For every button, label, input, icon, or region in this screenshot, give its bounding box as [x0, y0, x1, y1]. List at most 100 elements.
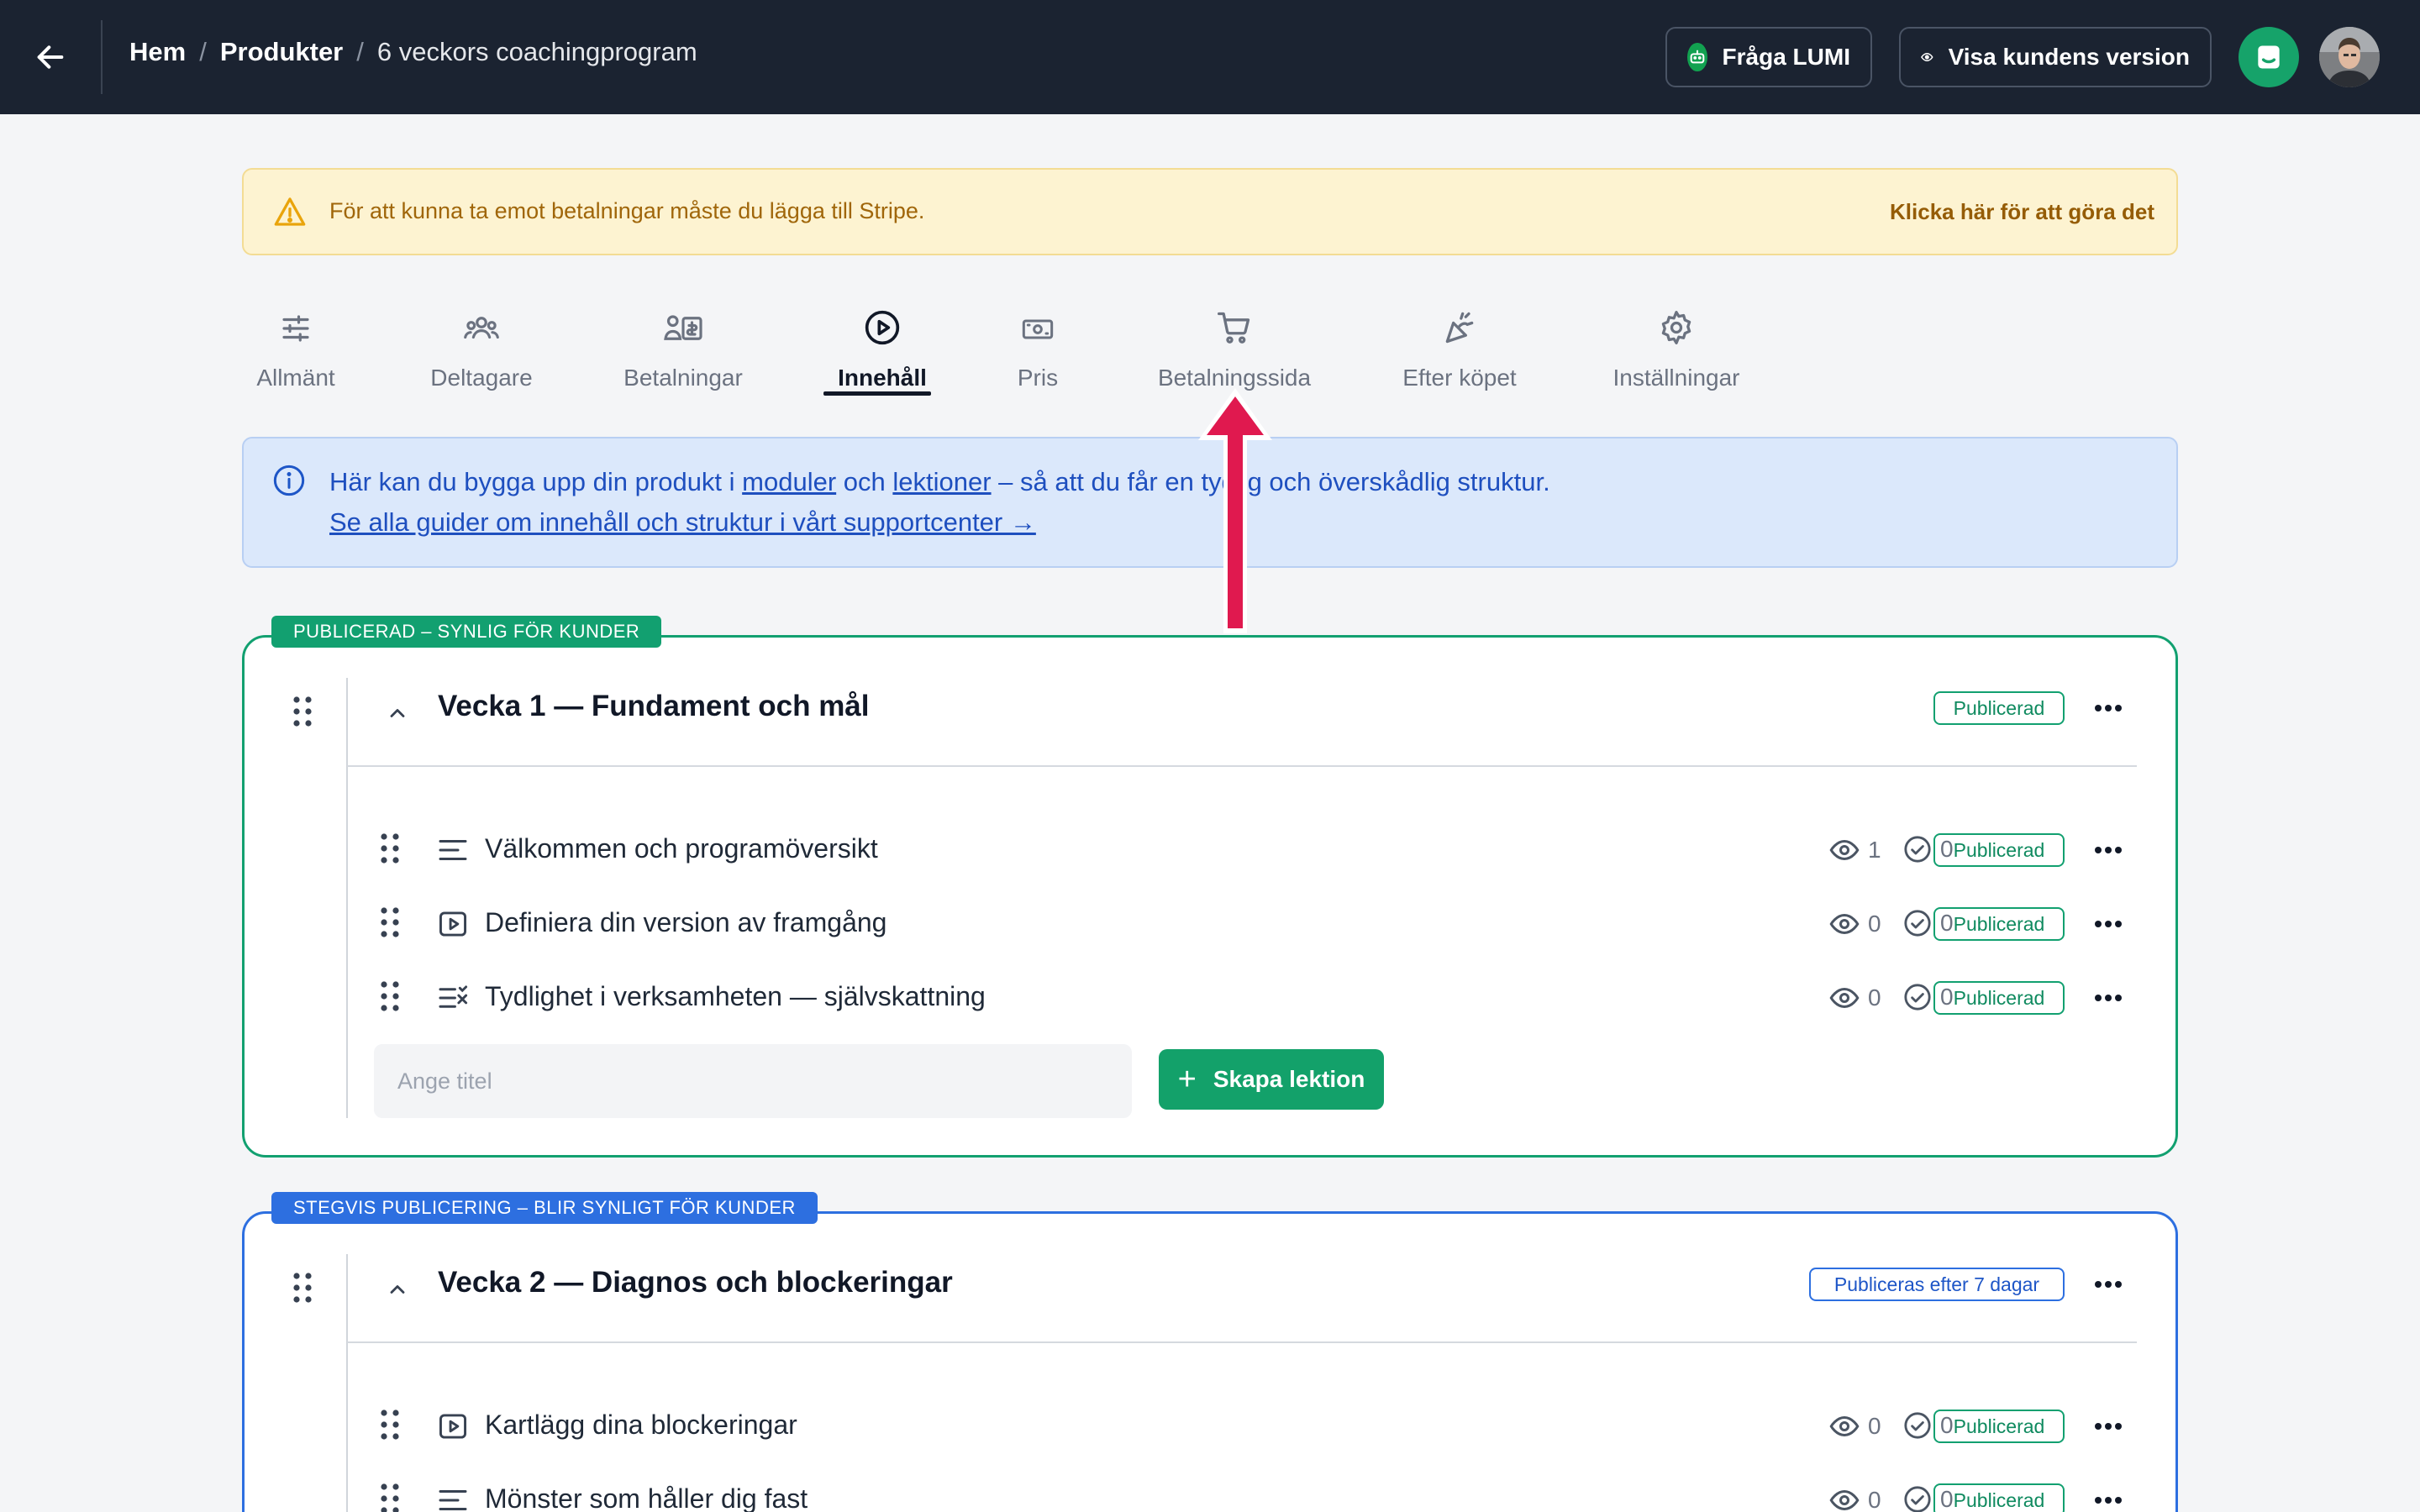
cart-icon [1218, 312, 1250, 344]
chat-button[interactable] [2238, 27, 2299, 87]
lesson-views: 0 [1829, 1485, 1881, 1512]
content-info-banner: Här kan du bygga upp din produkt i modul… [242, 437, 2178, 568]
lesson-more-button[interactable] [2088, 907, 2128, 941]
module-card: PUBLICERAD – SYNLIG FÖR KUNDER Vecka 1 —… [242, 616, 2178, 1158]
more-horizontal-icon [2095, 1423, 2122, 1430]
back-button[interactable] [30, 37, 71, 77]
more-horizontal-icon [2095, 921, 2122, 927]
tab-label: Deltagare [430, 365, 533, 391]
ask-lumi-label: Fråga LUMI [1722, 44, 1850, 70]
robot-icon [1687, 43, 1707, 71]
module-status-badge: Publicerad [1933, 691, 2065, 725]
info-icon [273, 465, 305, 496]
lesson-status-badge: Publicerad [1933, 833, 2065, 867]
check-circle-icon [1904, 984, 1931, 1011]
quiz-lesson-icon [439, 985, 468, 1008]
module-title[interactable]: Vecka 2 — Diagnos och blockeringar [438, 1266, 953, 1299]
info-text: Här kan du bygga upp din produkt i modul… [329, 467, 1550, 497]
views-count: 0 [1868, 1487, 1881, 1512]
lesson-more-button[interactable] [2088, 981, 2128, 1015]
video-lesson-icon [439, 911, 466, 937]
active-tab-indicator [823, 391, 931, 396]
new-lesson-title-input[interactable] [374, 1044, 1132, 1118]
lesson-title[interactable]: Mönster som håller dig fast [485, 1483, 808, 1512]
user-avatar[interactable] [2319, 27, 2380, 87]
tab-label: Betalningssida [1157, 365, 1312, 391]
eye-icon [1829, 1415, 1860, 1437]
chevron-up-icon[interactable] [386, 1278, 409, 1301]
ask-lumi-button[interactable]: Fråga LUMI [1665, 27, 1872, 87]
module-card: STEGVIS PUBLICERING – BLIR SYNLIGT FÖR K… [242, 1192, 2178, 1512]
more-horizontal-icon [2095, 705, 2122, 711]
arrow-left-icon [37, 45, 64, 69]
eye-icon [1829, 839, 1860, 861]
module-status-tag: PUBLICERAD – SYNLIG FÖR KUNDER [271, 616, 662, 648]
breadcrumb: Hem / Produkter / 6 veckors coachingprog… [129, 37, 697, 67]
check-circle-icon [1904, 1486, 1931, 1512]
drag-handle-icon[interactable] [379, 1408, 401, 1441]
banknote-icon [1022, 319, 1054, 339]
tab-payments[interactable]: Betalningar [618, 299, 748, 391]
breadcrumb-products[interactable]: Produkter [220, 37, 343, 67]
module-title[interactable]: Vecka 1 — Fundament och mål [438, 690, 870, 723]
lesson-views: 0 [1829, 909, 1881, 939]
tab-participants[interactable]: Deltagare [425, 299, 538, 391]
tab-general[interactable]: Allmänt [252, 299, 339, 391]
drag-handle-icon[interactable] [379, 832, 401, 865]
drag-handle-icon[interactable] [292, 695, 313, 728]
lesson-more-button[interactable] [2088, 1410, 2128, 1443]
tab-price[interactable]: Pris [1010, 299, 1065, 391]
people-icon [464, 317, 499, 339]
tab-content[interactable]: Innehåll [827, 299, 938, 391]
eye-icon [1829, 913, 1860, 935]
tab-label: Inställningar [1612, 365, 1740, 391]
module-more-button[interactable] [2088, 691, 2128, 725]
drag-handle-icon[interactable] [292, 1271, 313, 1305]
lesson-title[interactable]: Definiera din version av framgång [485, 907, 886, 938]
create-lesson-label: Skapa lektion [1213, 1066, 1365, 1092]
lesson-views: 0 [1829, 983, 1881, 1013]
avatar-photo [2319, 27, 2380, 87]
sliders-icon [282, 315, 309, 342]
lesson-status-badge: Publicerad [1933, 907, 2065, 941]
tab-after-purchase[interactable]: Efter köpet [1398, 299, 1521, 391]
eye-icon [1921, 53, 1933, 61]
drag-handle-icon[interactable] [379, 906, 401, 939]
view-customer-version-button[interactable]: Visa kundens version [1899, 27, 2212, 87]
lesson-row: Definiera din version av framgång 0 0 Pu… [347, 890, 2137, 958]
lesson-status-badge: Publicerad [1933, 1410, 2065, 1443]
tab-settings[interactable]: Inställningar [1605, 299, 1748, 391]
product-tabs: Allmänt Deltagare Betalningar Innehåll P… [242, 299, 2178, 400]
check-circle-icon [1904, 836, 1931, 863]
lesson-title[interactable]: Välkommen och programöversikt [485, 833, 878, 864]
info-text-end: – så att du får en tydlig och överskådli… [991, 467, 1550, 496]
tab-label: Allmänt [256, 365, 335, 391]
lesson-status-badge: Publicerad [1933, 1483, 2065, 1512]
lesson-more-button[interactable] [2088, 1483, 2128, 1512]
warning-triangle-icon [274, 197, 306, 226]
lesson-row: Tydlighet i verksamheten — självskattnin… [347, 964, 2137, 1032]
top-bar: Hem / Produkter / 6 veckors coachingprog… [0, 0, 2420, 114]
create-lesson-button[interactable]: + Skapa lektion [1159, 1049, 1384, 1110]
chevron-up-icon[interactable] [386, 701, 409, 725]
lesson-more-button[interactable] [2088, 833, 2128, 867]
lessons-link[interactable]: lektioner [892, 467, 991, 496]
lesson-title[interactable]: Tydlighet i verksamheten — självskattnin… [485, 981, 986, 1012]
drag-handle-icon[interactable] [379, 979, 401, 1013]
lesson-title[interactable]: Kartlägg dina blockeringar [485, 1410, 797, 1441]
views-count: 1 [1868, 837, 1881, 863]
warning-text: För att kunna ta emot betalningar måste … [329, 198, 925, 223]
drag-handle-icon[interactable] [379, 1482, 401, 1512]
add-stripe-link[interactable]: Klicka här för att göra det [1890, 199, 2154, 225]
more-horizontal-icon [2095, 995, 2122, 1001]
more-horizontal-icon [2095, 1497, 2122, 1504]
modules-link[interactable]: moduler [742, 467, 836, 496]
breadcrumb-separator: / [199, 37, 207, 66]
party-popper-icon [1445, 312, 1474, 344]
support-center-link[interactable]: Se alla guider om innehåll och struktur … [329, 507, 1036, 538]
breadcrumb-home[interactable]: Hem [129, 37, 186, 67]
text-lesson-icon [439, 840, 467, 860]
eye-icon [1829, 1489, 1860, 1511]
module-more-button[interactable] [2088, 1268, 2128, 1301]
tab-checkout-page[interactable]: Betalningssida [1151, 299, 1318, 391]
